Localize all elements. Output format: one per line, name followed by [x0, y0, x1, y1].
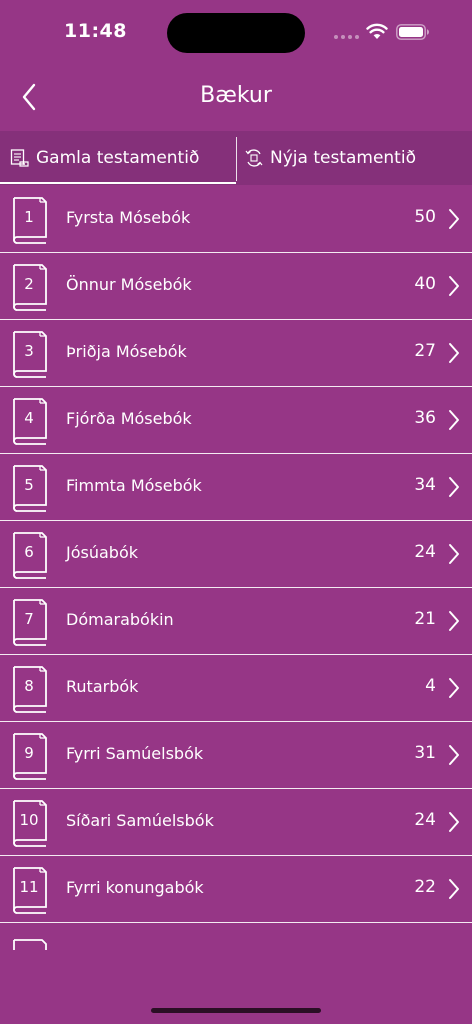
navigation-bar: Bækur — [0, 64, 472, 130]
book-list-item-7[interactable]: 7 Dómarabókin 21 — [0, 588, 472, 655]
book-name: Fimmta Mósebók — [66, 476, 202, 495]
chapter-count: 4 — [425, 676, 436, 696]
page-title: Bækur — [200, 83, 272, 108]
book-list-item-9[interactable]: 9 Fyrri Samúelsbók 31 — [0, 722, 472, 789]
chapter-count: 34 — [414, 475, 436, 495]
book-list-item-5[interactable]: 5 Fimmta Mósebók 34 — [0, 454, 472, 521]
battery-icon — [396, 24, 429, 40]
chevron-right-icon — [449, 544, 459, 564]
old-testament-icon — [10, 148, 30, 168]
chevron-right-icon — [449, 812, 459, 832]
new-testament-icon — [244, 148, 264, 168]
chapter-count: 40 — [414, 274, 436, 294]
book-number: 5 — [24, 476, 34, 494]
book-list-item-3[interactable]: 3 Þriðja Mósebók 27 — [0, 320, 472, 387]
testament-tabs: Gamla testamentið Nýja testamentið — [0, 131, 472, 185]
status-bar: 11:48 — [0, 0, 472, 64]
chevron-right-icon — [449, 410, 459, 430]
list-item-partial — [0, 928, 472, 950]
chapter-count: 21 — [414, 609, 436, 629]
chapter-count: 22 — [414, 877, 436, 897]
tab-new-testament-label: Nýja testamentið — [270, 148, 416, 168]
home-indicator — [151, 1008, 321, 1013]
book-name: Fyrri konungabók — [66, 878, 204, 897]
chapter-count: 36 — [414, 408, 436, 428]
book-number: 3 — [24, 342, 34, 360]
dynamic-island — [167, 13, 305, 53]
book-number: 8 — [24, 677, 34, 695]
book-number: 2 — [24, 275, 34, 293]
book-list-item-10[interactable]: 10 Síðari Samúelsbók 24 — [0, 789, 472, 856]
chevron-right-icon — [449, 678, 459, 698]
book-name: Fyrri Samúelsbók — [66, 744, 204, 763]
book-number: 4 — [24, 409, 34, 427]
chevron-right-icon — [449, 276, 459, 296]
chevron-right-icon — [449, 879, 459, 899]
book-name: Önnur Mósebók — [66, 275, 192, 294]
book-name: Þriðja Mósebók — [66, 342, 187, 361]
book-name: Dómarabókin — [66, 610, 174, 629]
book-name: Rutarbók — [66, 677, 139, 696]
tab-old-testament-label: Gamla testamentið — [36, 148, 200, 168]
book-list: 1 Fyrsta Mósebók 50 2 Önnur Mósebók 40 3… — [0, 186, 472, 923]
book-number: 6 — [24, 543, 34, 561]
book-number: 7 — [24, 610, 34, 628]
book-number: 1 — [24, 208, 34, 226]
chevron-right-icon — [449, 745, 459, 765]
tab-new-testament[interactable]: Nýja testamentið — [236, 131, 472, 185]
chapter-count: 24 — [414, 542, 436, 562]
book-list-item-11[interactable]: 11 Fyrri konungabók 22 — [0, 856, 472, 923]
book-name: Fjórða Mósebók — [66, 409, 192, 428]
book-name: Fyrsta Mósebók — [66, 208, 191, 227]
chapter-count: 31 — [414, 743, 436, 763]
book-number: 10 — [19, 811, 39, 829]
book-name: Síðari Samúelsbók — [66, 811, 214, 830]
book-list-item-2[interactable]: 2 Önnur Mósebók 40 — [0, 253, 472, 320]
status-time: 11:48 — [64, 20, 127, 42]
chapter-count: 50 — [414, 207, 436, 227]
cellular-signal-icon — [334, 35, 359, 39]
book-number: 9 — [24, 744, 34, 762]
chevron-right-icon — [449, 611, 459, 631]
wifi-icon — [366, 23, 388, 39]
chevron-right-icon — [449, 477, 459, 497]
book-list-item-8[interactable]: 8 Rutarbók 4 — [0, 655, 472, 722]
chevron-right-icon — [449, 209, 459, 229]
book-list-item-1[interactable]: 1 Fyrsta Mósebók 50 — [0, 186, 472, 253]
chapter-count: 24 — [414, 810, 436, 830]
chevron-right-icon — [449, 343, 459, 363]
selected-tab-indicator — [0, 182, 236, 184]
book-icon — [13, 939, 47, 950]
book-list-item-4[interactable]: 4 Fjórða Mósebók 36 — [0, 387, 472, 454]
book-name: Jósúabók — [66, 543, 138, 562]
book-number: 11 — [19, 878, 39, 896]
book-list-item-6[interactable]: 6 Jósúabók 24 — [0, 521, 472, 588]
chapter-count: 27 — [414, 341, 436, 361]
books-screen: 11:48 Bækur Gamla testamentið Nýja testa… — [0, 0, 472, 1024]
tab-old-testament[interactable]: Gamla testamentið — [0, 131, 236, 185]
